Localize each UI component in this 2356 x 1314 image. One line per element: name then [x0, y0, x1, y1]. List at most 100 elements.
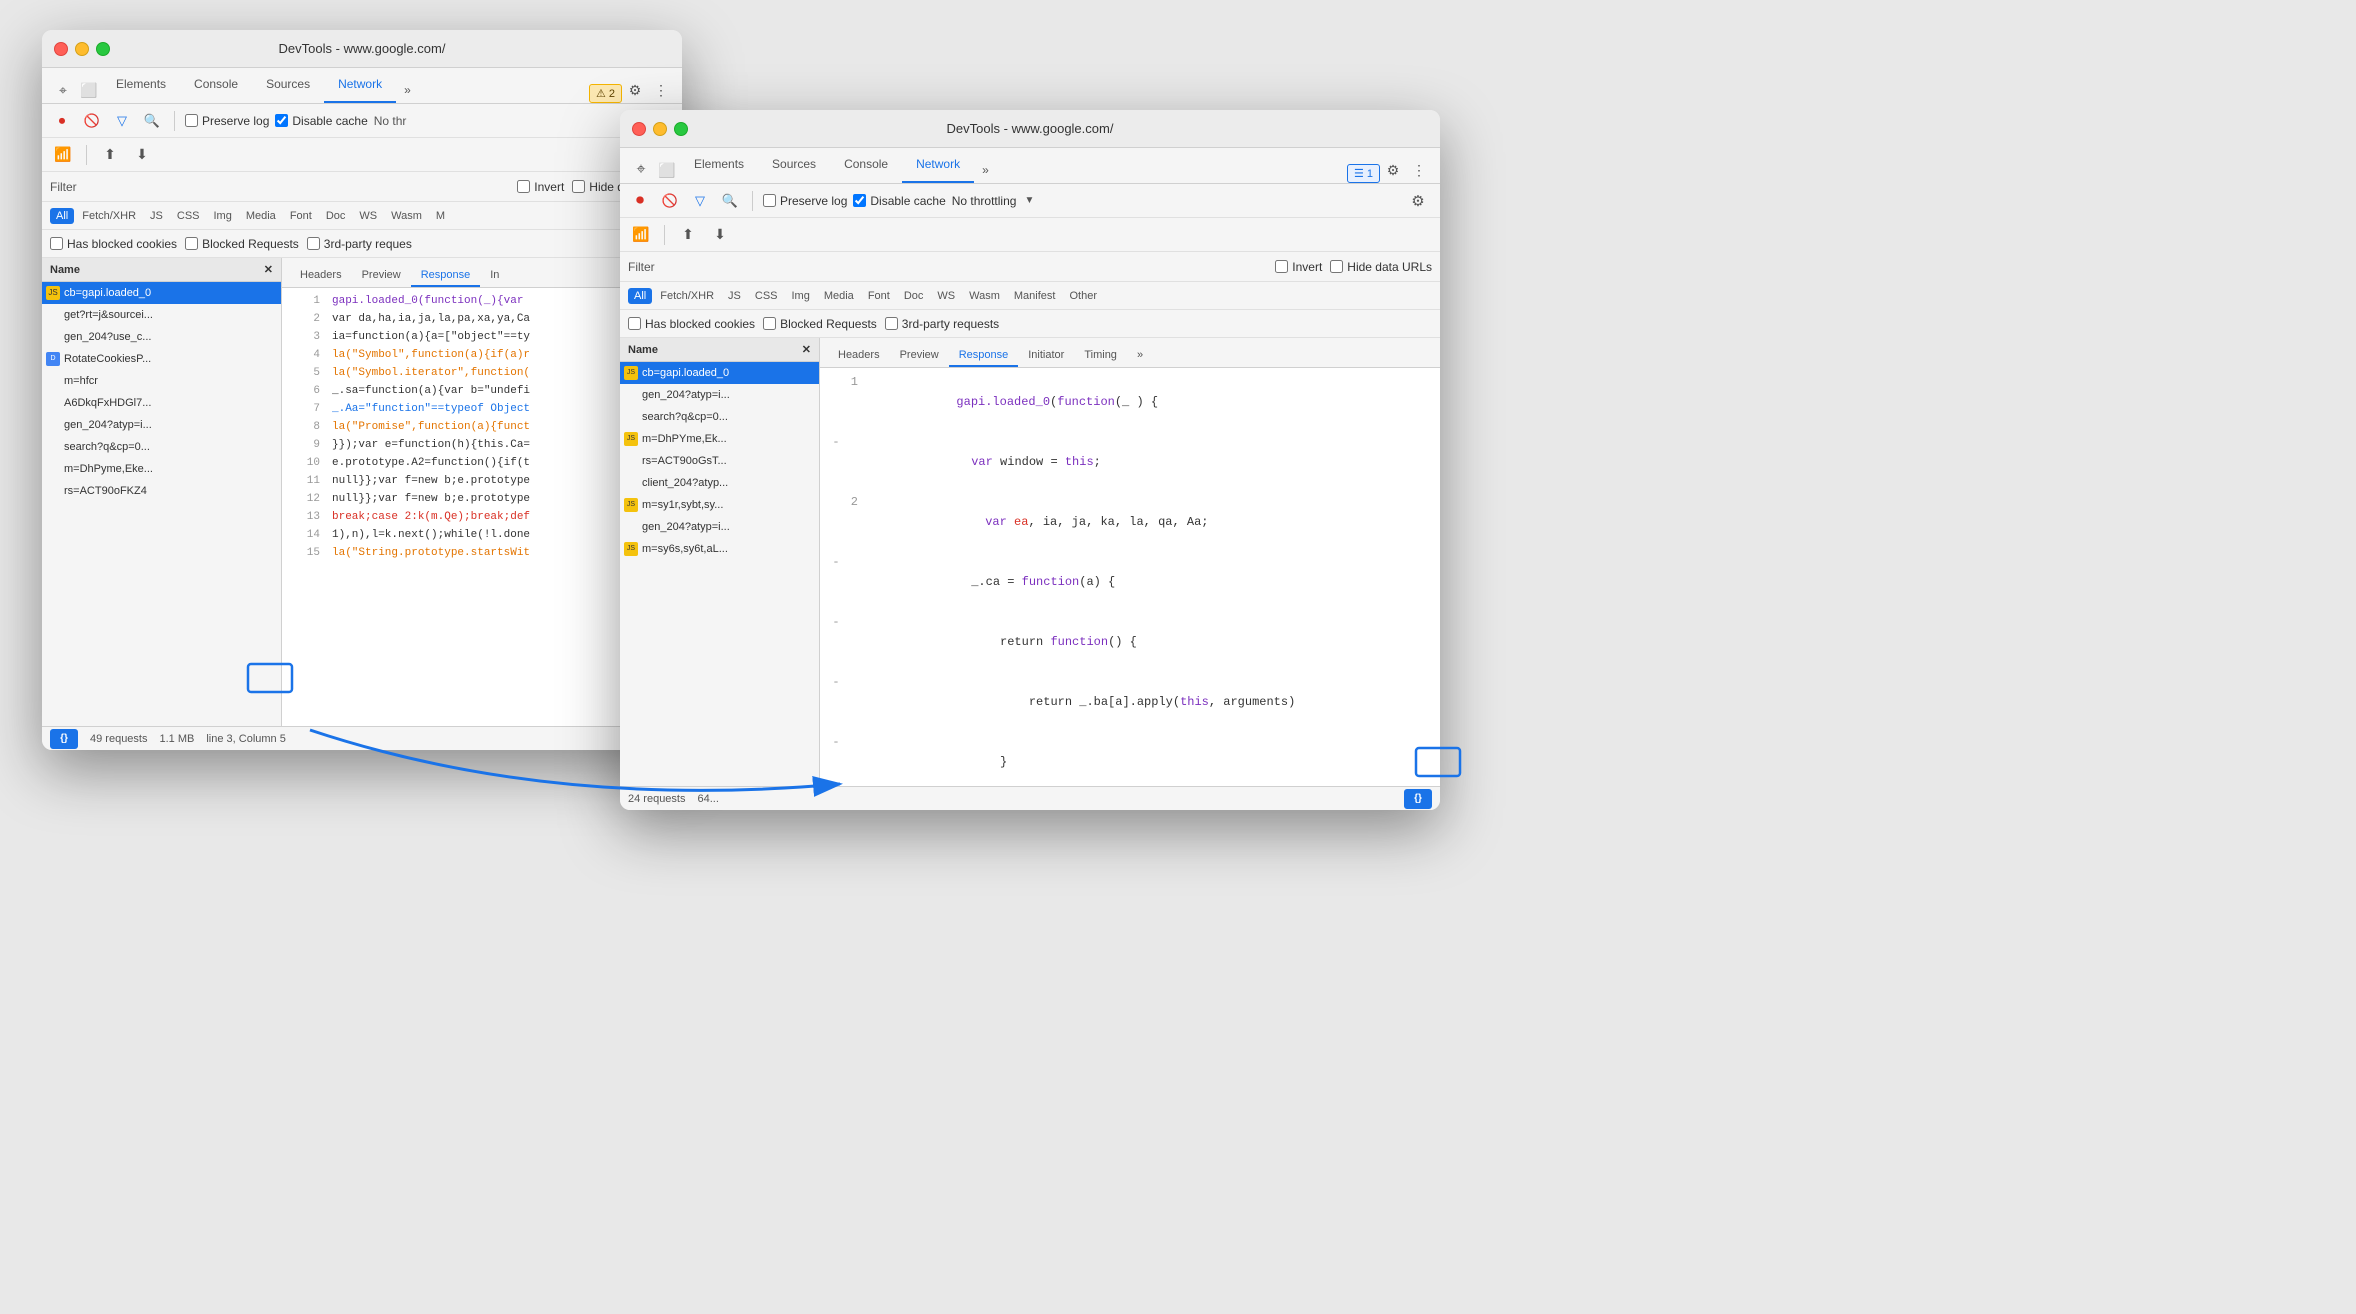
inspect-icon-2[interactable]: ⌖ [628, 157, 654, 183]
req-item-1-4[interactable]: D RotateCookiesP... [42, 348, 281, 370]
req-item-1-2[interactable]: get?rt=j&sourcei... [42, 304, 281, 326]
type-img-2[interactable]: Img [786, 288, 816, 304]
req-item-2-7[interactable]: JS m=sy1r,sybt,sy... [620, 494, 819, 516]
type-ws-2[interactable]: WS [931, 288, 961, 304]
has-blocked-cookies-input-2[interactable] [628, 317, 641, 330]
type-wasm-2[interactable]: Wasm [963, 288, 1006, 304]
tab-sources-1[interactable]: Sources [252, 67, 324, 103]
hide-data-urls-input-2[interactable] [1330, 260, 1343, 273]
format-button-1[interactable]: {} [50, 729, 78, 749]
record-button-2[interactable]: ⏺ [628, 189, 652, 213]
preserve-log-input-1[interactable] [185, 114, 198, 127]
clear-button-2[interactable]: 🚫 [658, 189, 682, 213]
code-area-2[interactable]: 1 gapi.loaded_0(function(_ ) { - var win… [820, 368, 1440, 786]
type-all-2[interactable]: All [628, 288, 652, 304]
tab-network-2[interactable]: Network [902, 147, 974, 183]
invert-checkbox-1[interactable]: Invert [517, 180, 564, 194]
tab-elements-2[interactable]: Elements [680, 147, 758, 183]
preserve-log-input-2[interactable] [763, 194, 776, 207]
filter-icon-1[interactable]: ▽ [110, 109, 134, 133]
req-item-1-8[interactable]: search?q&cp=0... [42, 436, 281, 458]
search-icon-2[interactable]: 🔍 [718, 189, 742, 213]
type-css-1[interactable]: CSS [171, 208, 206, 224]
more-icon-1[interactable]: ⋮ [648, 77, 674, 103]
type-fetch-1[interactable]: Fetch/XHR [76, 208, 142, 224]
hide-data-urls-checkbox-2[interactable]: Hide data URLs [1330, 260, 1432, 274]
minimize-button-2[interactable] [653, 122, 667, 136]
panel-tab-more-2[interactable]: » [1127, 345, 1153, 367]
type-manifest-2[interactable]: Manifest [1008, 288, 1062, 304]
panel-tab-timing-2[interactable]: Timing [1074, 345, 1127, 367]
upload-icon-2[interactable]: ⬆ [675, 222, 701, 248]
maximize-button-1[interactable] [96, 42, 110, 56]
panel-tab-in-1[interactable]: In [480, 265, 509, 287]
blocked-requests-1[interactable]: Blocked Requests [185, 237, 299, 251]
maximize-button-2[interactable] [674, 122, 688, 136]
type-img-1[interactable]: Img [208, 208, 238, 224]
third-party-input-1[interactable] [307, 237, 320, 250]
third-party-input-2[interactable] [885, 317, 898, 330]
hide-data-urls-input-1[interactable] [572, 180, 585, 193]
req-list-body-2[interactable]: JS cb=gapi.loaded_0 gen_204?atyp=i... se… [620, 362, 819, 786]
tab-console-2[interactable]: Console [830, 147, 902, 183]
req-item-2-8[interactable]: gen_204?atyp=i... [620, 516, 819, 538]
tab-elements-1[interactable]: Elements [102, 67, 180, 103]
type-other-2[interactable]: Other [1063, 288, 1103, 304]
settings-icon-2[interactable]: ⚙ [1380, 157, 1406, 183]
upload-icon-1[interactable]: ⬆ [97, 142, 123, 168]
network-settings-icon-2[interactable]: ⚙ [1404, 187, 1432, 215]
type-media-1[interactable]: Media [240, 208, 282, 224]
req-item-1-3[interactable]: gen_204?use_c... [42, 326, 281, 348]
panel-tab-response-2[interactable]: Response [949, 345, 1019, 367]
req-item-2-4[interactable]: JS m=DhPYme,Ek... [620, 428, 819, 450]
download-icon-2[interactable]: ⬇ [707, 222, 733, 248]
req-item-1-9[interactable]: m=DhPyme,Eke... [42, 458, 281, 480]
req-item-2-1[interactable]: JS cb=gapi.loaded_0 [620, 362, 819, 384]
type-media-2[interactable]: Media [818, 288, 860, 304]
tab-sources-2[interactable]: Sources [758, 147, 830, 183]
close-button-2[interactable] [632, 122, 646, 136]
has-blocked-cookies-input-1[interactable] [50, 237, 63, 250]
req-item-2-6[interactable]: client_204?atyp... [620, 472, 819, 494]
panel-tab-preview-2[interactable]: Preview [890, 345, 949, 367]
col-close-2[interactable]: ✕ [802, 343, 811, 356]
preserve-log-checkbox-2[interactable]: Preserve log [763, 194, 847, 208]
type-css-2[interactable]: CSS [749, 288, 784, 304]
blocked-requests-input-2[interactable] [763, 317, 776, 330]
panel-tab-response-1[interactable]: Response [411, 265, 481, 287]
type-font-1[interactable]: Font [284, 208, 318, 224]
download-icon-1[interactable]: ⬇ [129, 142, 155, 168]
type-wasm-1[interactable]: Wasm [385, 208, 428, 224]
clear-button-1[interactable]: 🚫 [80, 109, 104, 133]
format-button-2[interactable]: {} [1404, 789, 1432, 809]
more-icon-2[interactable]: ⋮ [1406, 157, 1432, 183]
tab-network-1[interactable]: Network [324, 67, 396, 103]
req-item-1-6[interactable]: A6DkqFxHDGl7... [42, 392, 281, 414]
wifi-icon-1[interactable]: 📶 [50, 142, 76, 168]
disable-cache-checkbox-2[interactable]: Disable cache [853, 194, 945, 208]
req-item-2-2[interactable]: gen_204?atyp=i... [620, 384, 819, 406]
req-list-body-1[interactable]: JS cb=gapi.loaded_0 get?rt=j&sourcei... … [42, 282, 281, 726]
device-icon-1[interactable]: ⬜ [76, 77, 102, 103]
third-party-1[interactable]: 3rd-party reques [307, 237, 412, 251]
req-item-2-9[interactable]: JS m=sy6s,sy6t,aL... [620, 538, 819, 560]
req-item-1-5[interactable]: m=hfcr [42, 370, 281, 392]
inspect-icon-1[interactable]: ⌖ [50, 77, 76, 103]
tab-console-1[interactable]: Console [180, 67, 252, 103]
throttle-arrow-2[interactable]: ▼ [1024, 195, 1034, 206]
disable-cache-checkbox-1[interactable]: Disable cache [275, 114, 367, 128]
req-item-1-7[interactable]: gen_204?atyp=i... [42, 414, 281, 436]
tab-more-2[interactable]: » [974, 157, 997, 183]
invert-checkbox-2[interactable]: Invert [1275, 260, 1322, 274]
tab-more-1[interactable]: » [396, 77, 419, 103]
has-blocked-cookies-1[interactable]: Has blocked cookies [50, 237, 177, 251]
panel-tab-initiator-2[interactable]: Initiator [1018, 345, 1074, 367]
type-m-1[interactable]: M [430, 208, 451, 224]
preserve-log-checkbox-1[interactable]: Preserve log [185, 114, 269, 128]
close-button-1[interactable] [54, 42, 68, 56]
type-ws-1[interactable]: WS [353, 208, 383, 224]
device-icon-2[interactable]: ⬜ [654, 157, 680, 183]
panel-tab-headers-1[interactable]: Headers [290, 265, 352, 287]
record-button-1[interactable]: ⏺ [50, 109, 74, 133]
blocked-requests-input-1[interactable] [185, 237, 198, 250]
